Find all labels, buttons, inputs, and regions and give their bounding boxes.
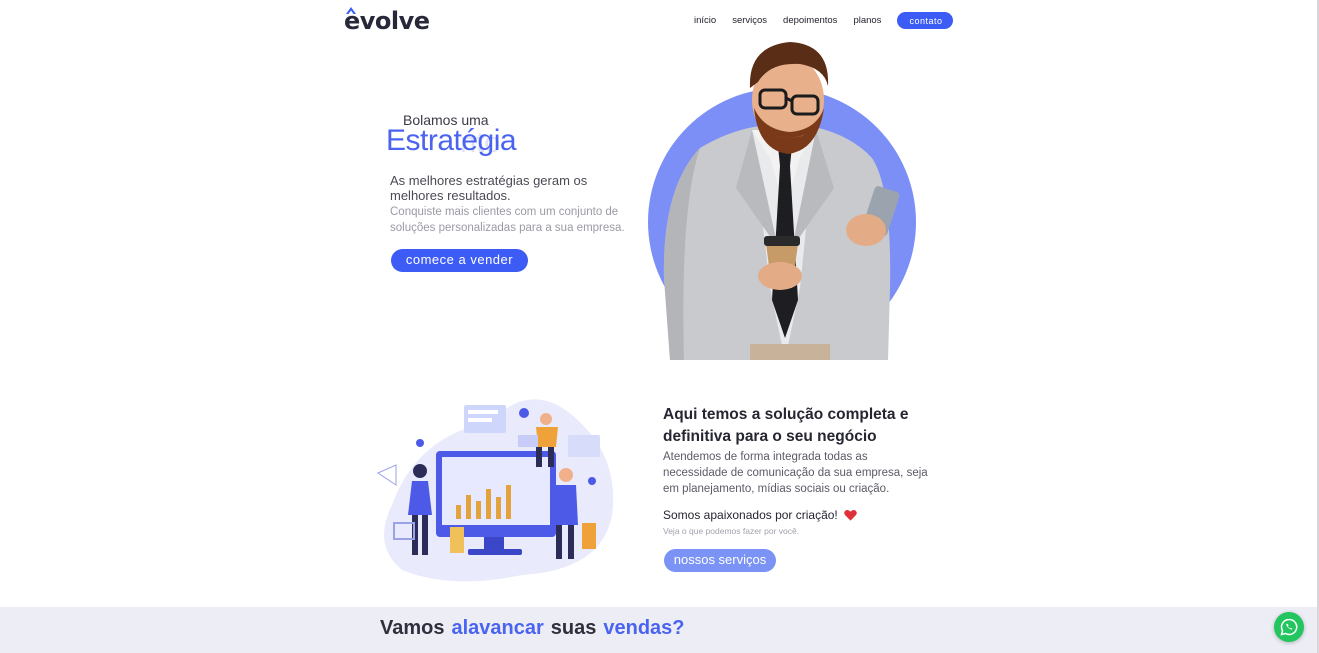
team-analytics-illustration <box>376 399 614 582</box>
solution-description: Atendemos de forma integrada todas as ne… <box>663 451 928 495</box>
hero-title: Estratégia <box>386 124 517 157</box>
whatsapp-button[interactable] <box>1274 612 1304 642</box>
hero-headline: As melhores estratégias geram os melhore… <box>390 173 588 203</box>
services-hint: Veja o que podemos fazer por você. <box>663 526 800 536</box>
contact-button[interactable]: contato <box>897 12 954 29</box>
hero-description: Conquiste mais clientes com um conjunto … <box>390 206 625 234</box>
heart-icon <box>844 509 857 521</box>
logo-text: evolve <box>344 7 430 35</box>
chevron-up-icon <box>346 7 356 14</box>
band-word-4: vendas? <box>603 617 685 639</box>
love-line: Somos apaixonados por criação! <box>663 508 857 522</box>
whatsapp-icon <box>1280 618 1298 636</box>
band-word-3: suas <box>550 617 597 639</box>
page: evolve início serviços depoimentos plano… <box>0 0 1319 653</box>
nav-item-depoimentos[interactable]: depoimentos <box>783 15 837 26</box>
band-title: Vamos alavancar suas vendas? <box>380 617 685 640</box>
band-word-2: alavancar <box>451 617 544 639</box>
logo[interactable]: evolve <box>344 7 430 35</box>
love-text: Somos apaixonados por criação! <box>663 508 838 522</box>
our-services-button[interactable]: nossos serviços <box>664 549 776 572</box>
band-word-1: Vamos <box>380 617 445 639</box>
main-nav: início serviços depoimentos planos conta… <box>694 12 969 29</box>
nav-item-servicos[interactable]: serviços <box>732 15 767 26</box>
nav-item-planos[interactable]: planos <box>853 15 881 26</box>
hero-photo <box>648 42 916 360</box>
nav-item-inicio[interactable]: início <box>694 15 716 26</box>
start-selling-button[interactable]: comece a vender <box>391 249 528 272</box>
solution-title: Aqui temos a solução completa e definiti… <box>663 406 909 445</box>
